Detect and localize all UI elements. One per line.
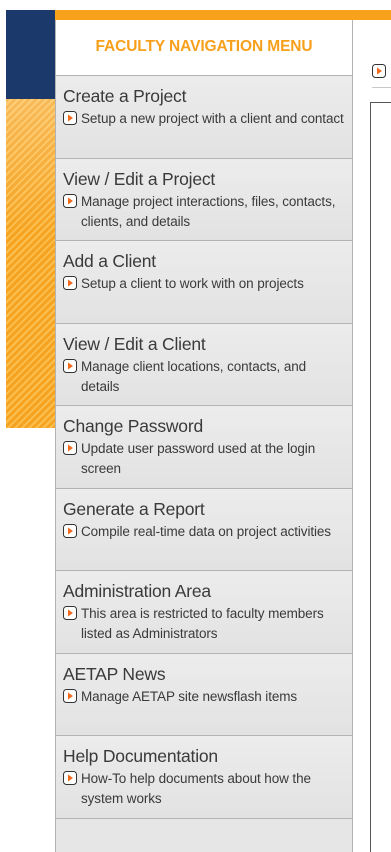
- arrow-circle-right-icon: [63, 771, 77, 785]
- menu-item-description-row: Manage client locations, contacts, and d…: [63, 357, 344, 397]
- menu-item-description: Manage client locations, contacts, and d…: [81, 358, 307, 394]
- arrow-circle-right-icon: [63, 441, 77, 455]
- menu-item-description: Manage AETAP site newsflash items: [81, 688, 298, 704]
- arrow-circle-right-icon: [63, 523, 77, 538]
- menu-item-description: Setup a new project with a client and co…: [81, 111, 344, 126]
- menu-item-description-row: Manage project interactions, files, cont…: [63, 192, 344, 232]
- menu-items: Create a Project Setup a new project with…: [56, 76, 352, 819]
- page: FACULTY NAVIGATION MENU Create a Project…: [0, 0, 391, 852]
- menu-item-add-a-client[interactable]: Add a Client Setup a client to work with …: [56, 241, 352, 324]
- menu-item-description: Update user password used at the login s…: [81, 441, 316, 476]
- arrow-circle-right-icon: [63, 276, 77, 290]
- menu-item-view-edit-a-client[interactable]: View / Edit a Client Manage client locati…: [56, 323, 352, 406]
- arrow-circle-right-icon: [63, 688, 77, 703]
- menu-header: FACULTY NAVIGATION MENU: [56, 20, 352, 76]
- menu-item-description-row: Setup a new project with a client and co…: [63, 109, 344, 129]
- menu-item-administration-area[interactable]: Administration Area This area is restrict…: [56, 571, 352, 654]
- menu-item-view-edit-a-project[interactable]: View / Edit a Project Manage project inte…: [56, 158, 352, 241]
- top-orange-bar: [55, 10, 391, 20]
- menu-item-title[interactable]: AETAP News: [63, 664, 344, 684]
- arrow-circle-right-icon: [63, 193, 77, 208]
- arrow-circle-right-icon: [63, 606, 77, 620]
- menu-item-title[interactable]: Help Documentation: [63, 746, 344, 766]
- menu-item-create-a-project[interactable]: Create a Project Setup a new project with…: [56, 76, 352, 159]
- menu-item-description-row: Compile real-time data on project activi…: [63, 522, 344, 542]
- menu-item-description: Manage project interactions, files, cont…: [81, 193, 336, 229]
- menu-item-generate-a-report[interactable]: Generate a Report Compile real-time data …: [56, 488, 352, 571]
- content-divider: [372, 87, 391, 88]
- left-navy-block: [6, 10, 55, 99]
- menu-item-change-password[interactable]: Change Password Update user password used…: [56, 406, 352, 489]
- arrow-circle-right-icon: [63, 111, 77, 125]
- menu-item-title[interactable]: Generate a Report: [63, 499, 344, 519]
- menu-item-description: Setup a client to work with on projects: [81, 276, 304, 291]
- menu-item-title[interactable]: Administration Area: [63, 581, 344, 601]
- menu-item-title[interactable]: Add a Client: [63, 251, 344, 271]
- content-frame: [370, 102, 391, 852]
- menu-item-description-row: How-To help documents about how the syst…: [63, 769, 344, 809]
- menu-item-description: How-To help documents about how the syst…: [81, 771, 311, 806]
- menu-item-description-row: Manage AETAP site newsflash items: [63, 687, 344, 707]
- menu-item-aetap-news[interactable]: AETAP News Manage AETAP site newsflash it…: [56, 653, 352, 736]
- menu-item-description: This area is restricted to faculty membe…: [81, 606, 324, 641]
- menu-item-description: Compile real-time data on project activi…: [81, 523, 331, 539]
- menu-item-title[interactable]: Change Password: [63, 416, 344, 436]
- left-orange-stripes: [6, 99, 55, 428]
- menu-item-description-row: Update user password used at the login s…: [63, 439, 344, 479]
- menu-item-title[interactable]: View / Edit a Client: [63, 334, 344, 354]
- arrow-circle-right-icon: [63, 358, 77, 373]
- faculty-navigation-menu: FACULTY NAVIGATION MENU Create a Project…: [55, 20, 353, 852]
- content-area: [353, 20, 391, 852]
- menu-item-title[interactable]: Create a Project: [63, 86, 344, 106]
- menu-item-help-documentation[interactable]: Help Documentation How-To help documents …: [56, 736, 352, 819]
- menu-item-description-row: This area is restricted to faculty membe…: [63, 604, 344, 644]
- arrow-circle-right-icon: [372, 64, 386, 78]
- menu-item-description-row: Setup a client to work with on projects: [63, 274, 344, 294]
- menu-title: FACULTY NAVIGATION MENU: [95, 37, 313, 55]
- menu-item-title[interactable]: View / Edit a Project: [63, 169, 344, 189]
